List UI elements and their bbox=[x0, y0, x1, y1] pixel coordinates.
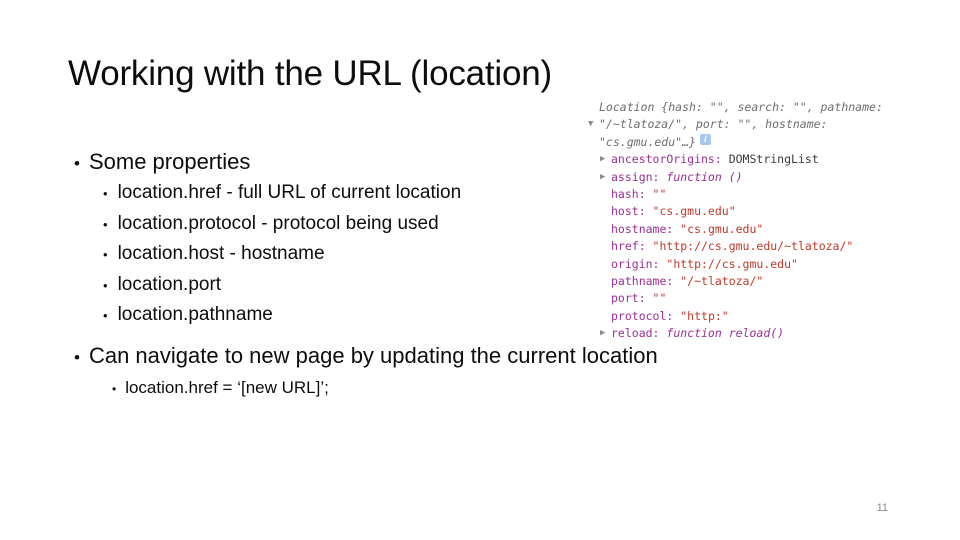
bullet-href-assignment: • location.href = ‘[new URL]’; bbox=[112, 378, 329, 398]
console-row-pathname: pathname: "/~tlatoza/" bbox=[588, 273, 960, 290]
console-key: origin: bbox=[611, 256, 667, 271]
console-value: "/~tlatoza/" bbox=[680, 273, 764, 288]
collapsed-triangle-icon[interactable]: ▶ bbox=[600, 169, 611, 186]
location-properties-list: • location.href - full URL of current lo… bbox=[103, 182, 461, 335]
console-row-origin: origin: "http://cs.gmu.edu" bbox=[588, 256, 960, 273]
console-header-line-3: "cs.gmu.edu"…} i bbox=[588, 133, 960, 151]
collapsed-triangle-icon[interactable]: ▶ bbox=[600, 151, 611, 168]
console-value: DOMStringList bbox=[728, 152, 819, 167]
console-key: hash: bbox=[611, 186, 653, 201]
console-row-host: host: "cs.gmu.edu" bbox=[588, 203, 960, 220]
page-title: Working with the URL (location) bbox=[68, 54, 552, 93]
console-key: assign: bbox=[611, 169, 667, 184]
console-row-port: port: "" bbox=[588, 290, 960, 307]
console-value: "" bbox=[652, 291, 667, 306]
console-key: hostname: bbox=[611, 221, 681, 236]
info-badge-icon[interactable]: i bbox=[699, 133, 711, 145]
console-property-rows: ▶ ancestorOrigins: DOMStringList ▶ assign: … bbox=[588, 151, 960, 342]
bullet-some-properties: • Some properties bbox=[74, 149, 250, 175]
list-item: • location.href - full URL of current lo… bbox=[103, 182, 461, 213]
console-header-line-1: Location {hash: "", search: "", pathname… bbox=[599, 100, 883, 114]
console-row-ancestorOrigins[interactable]: ▶ ancestorOrigins: DOMStringList bbox=[588, 151, 960, 168]
console-row-hash: hash: "" bbox=[588, 186, 960, 203]
console-value: "cs.gmu.edu" bbox=[680, 221, 764, 236]
console-value: function () bbox=[666, 169, 743, 184]
href-assignment-label: location.href = ‘[new URL]’; bbox=[125, 378, 329, 397]
console-value: "" bbox=[652, 186, 667, 201]
bullet-can-navigate: • Can navigate to new page by updating t… bbox=[74, 343, 658, 369]
console-header-line-2: ▼ "/~tlatoza/", port: "", hostname: bbox=[588, 116, 960, 133]
list-item-label: location.pathname bbox=[117, 304, 273, 325]
bullet-can-navigate-label: Can navigate to new page by updating the… bbox=[88, 343, 658, 368]
bullet-dot-icon: • bbox=[74, 348, 80, 367]
list-item-label: location.host - hostname bbox=[117, 243, 325, 264]
console-key: ancestorOrigins: bbox=[611, 152, 729, 167]
console-value: "cs.gmu.edu" bbox=[652, 204, 736, 219]
bullet-dot-icon: • bbox=[103, 186, 108, 201]
console-value: "http://cs.gmu.edu" bbox=[666, 256, 798, 271]
page-number: 11 bbox=[876, 502, 888, 514]
expanded-triangle-icon[interactable]: ▼ bbox=[588, 116, 599, 133]
bullet-dot-icon: • bbox=[112, 382, 117, 396]
console-key: host: bbox=[611, 204, 653, 219]
list-item: • location.protocol - protocol being use… bbox=[103, 213, 461, 244]
devtools-console-capture: Location {hash: "", search: "", pathname… bbox=[588, 99, 960, 342]
list-item: • location.pathname bbox=[103, 304, 461, 335]
console-key: href: bbox=[611, 239, 653, 254]
console-key: pathname: bbox=[611, 273, 681, 288]
collapsed-triangle-icon[interactable]: ▶ bbox=[600, 325, 611, 342]
bullet-dot-icon: • bbox=[103, 216, 108, 232]
console-row-reload[interactable]: ▶ reload: function reload() bbox=[588, 325, 960, 342]
console-key: reload: bbox=[611, 326, 667, 341]
console-row-href: href: "http://cs.gmu.edu/~tlatoza/" bbox=[588, 238, 960, 255]
bullet-some-properties-label: Some properties bbox=[88, 149, 251, 174]
bullet-dot-icon: • bbox=[103, 277, 108, 293]
console-value: function reload() bbox=[666, 326, 785, 341]
console-key: protocol: bbox=[611, 308, 681, 323]
presentation-slide: Working with the URL (location) • Some p… bbox=[0, 0, 960, 540]
console-row-assign[interactable]: ▶ assign: function () bbox=[588, 169, 960, 186]
list-item-label: location.port bbox=[117, 273, 222, 295]
list-item: • location.port bbox=[103, 274, 461, 305]
list-item-label: location.protocol - protocol being used bbox=[117, 212, 439, 234]
list-item: • location.host - hostname bbox=[103, 243, 461, 274]
console-value: "http:" bbox=[680, 308, 729, 323]
console-value: "http://cs.gmu.edu/~tlatoza/" bbox=[652, 239, 854, 254]
bullet-dot-icon: • bbox=[74, 154, 80, 173]
bullet-dot-icon: • bbox=[103, 308, 108, 323]
list-item-label: location.href - full URL of current loca… bbox=[117, 182, 462, 203]
console-row-hostname: hostname: "cs.gmu.edu" bbox=[588, 221, 960, 238]
console-key: port: bbox=[611, 291, 653, 306]
console-row-protocol: protocol: "http:" bbox=[588, 308, 960, 325]
bullet-dot-icon: • bbox=[103, 247, 108, 262]
